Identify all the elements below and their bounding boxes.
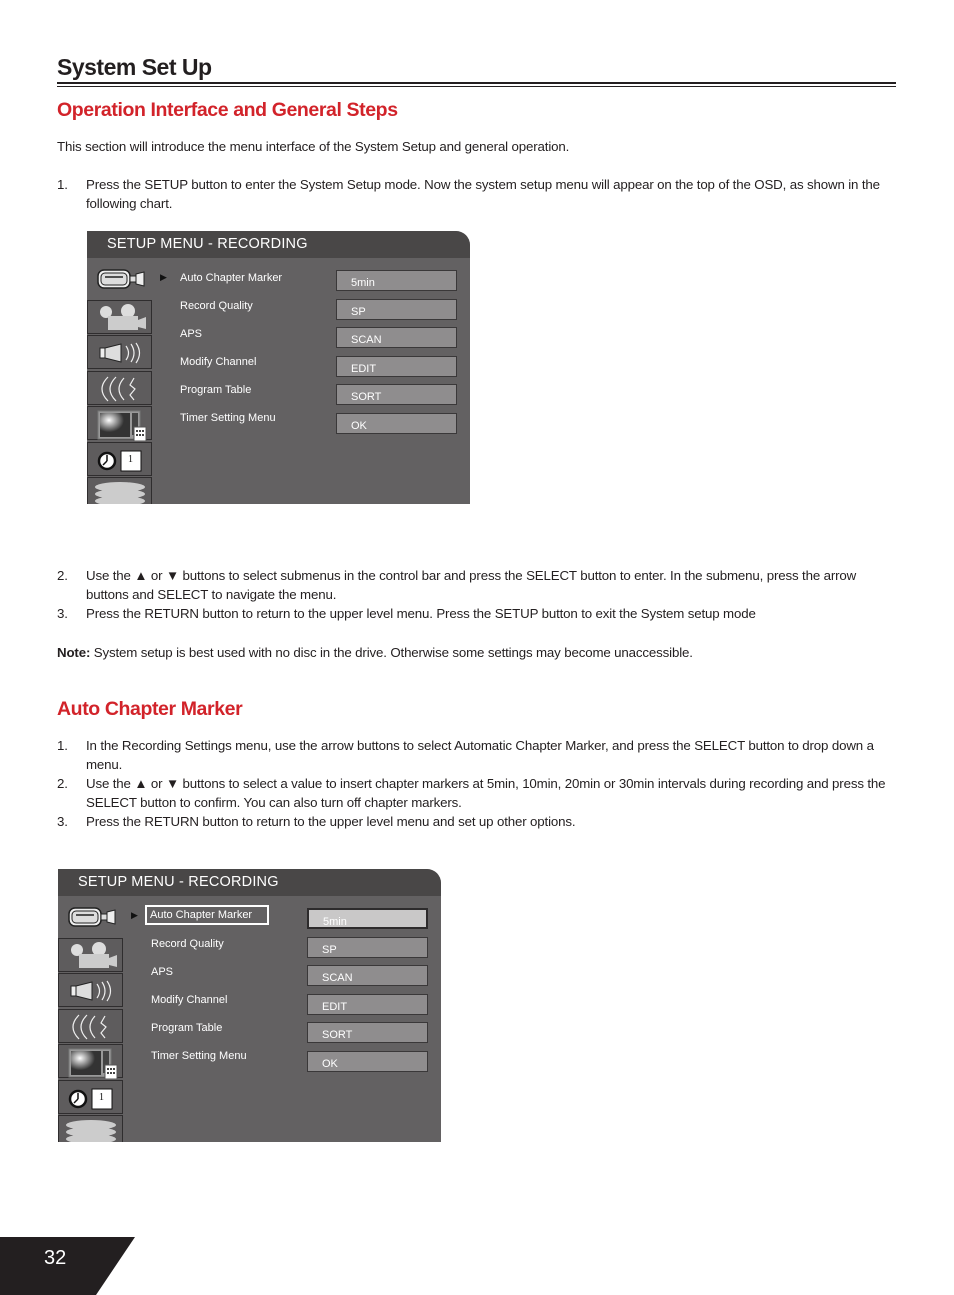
osd-menu-value[interactable]: OK	[336, 412, 457, 434]
note-paragraph: Note: System setup is best used with no …	[57, 643, 897, 662]
osd-menu-value[interactable]: SCAN	[336, 327, 457, 348]
osd-menu-item[interactable]: Modify Channel	[180, 356, 256, 368]
osd-menu-value[interactable]: EDIT	[307, 993, 428, 1015]
osd-sidebar-tab[interactable]: 1	[58, 1079, 123, 1114]
list-item: 2. Use the ▲ or ▼ buttons to select a val…	[57, 776, 886, 810]
osd-sidebar-tab[interactable]	[58, 1115, 123, 1142]
note-text: System setup is best used with no disc i…	[90, 645, 693, 660]
osd-sidebar-tab[interactable]	[58, 900, 123, 934]
osd-menu-item[interactable]: Auto Chapter Marker	[145, 905, 269, 925]
selection-arrow-icon: ▶	[160, 272, 167, 282]
osd-sidebar-tab[interactable]	[58, 937, 123, 972]
osd-sidebar-tab[interactable]	[87, 335, 152, 369]
list-item: 3. Press the RETURN button to return to t…	[57, 606, 756, 621]
timer-box-label: 1	[128, 453, 133, 465]
osd-sidebar-tab[interactable]	[87, 299, 152, 334]
osd-menu-item[interactable]: Timer Setting Menu	[151, 1050, 247, 1062]
osd-header: SETUP MENU - RECORDING	[58, 869, 441, 896]
osd-menu-item[interactable]: APS	[151, 966, 173, 978]
osd-menu-item[interactable]: Program Table	[151, 1022, 222, 1034]
osd-menu-value[interactable]: SORT	[336, 384, 457, 405]
osd-menu-preview: SETUP MENU - RECORDING 1 ▶ Auto Chapter Mar…	[87, 231, 470, 504]
list-item: 1. Press the SETUP button to enter the Sy…	[57, 177, 880, 211]
osd-sidebar-tab[interactable]	[58, 973, 123, 1007]
osd-header: SETUP MENU - RECORDING	[87, 231, 470, 258]
note-label: Note:	[57, 645, 91, 660]
selection-arrow-icon: ▶	[131, 910, 138, 920]
page-number-badge	[0, 1237, 135, 1295]
osd-sidebar-tab[interactable]	[87, 406, 152, 441]
steps-list-1b: 2. Use the ▲ or ▼ buttons to select subme…	[57, 566, 897, 623]
osd-menu-value[interactable]: SORT	[307, 1022, 428, 1043]
title-rule	[57, 82, 896, 84]
list-item: 1. In the Recording Settings menu, use th…	[57, 738, 874, 772]
osd-sidebar-tab[interactable]	[58, 1008, 123, 1043]
osd-sidebar-tab[interactable]	[87, 477, 152, 504]
osd-menu-value[interactable]: SP	[307, 936, 428, 958]
osd-sidebar-tab[interactable]	[58, 1044, 123, 1079]
osd-menu-item[interactable]: Record Quality	[180, 300, 253, 312]
osd-header-title: SETUP MENU - RECORDING	[107, 236, 308, 252]
timer-box-label: 1	[99, 1091, 104, 1103]
osd-sidebar: 1	[58, 902, 124, 1142]
osd-menu-value[interactable]: EDIT	[336, 355, 457, 377]
osd-menu-value[interactable]: SCAN	[307, 965, 428, 986]
title-rule-thin	[57, 86, 896, 87]
osd-menu-auto-chapter-selected: SETUP MENU - RECORDING 1 ▶ Auto Chapter Mar…	[58, 869, 441, 1142]
osd-sidebar-tab[interactable]	[87, 262, 152, 296]
section-heading-auto-chapter: Auto Chapter Marker	[57, 698, 243, 720]
osd-menu-value[interactable]: OK	[307, 1050, 428, 1072]
list-item: 2. Use the ▲ or ▼ buttons to select subme…	[57, 568, 857, 602]
osd-menu-item[interactable]: Program Table	[180, 384, 251, 396]
osd-sidebar: 1	[87, 264, 153, 504]
osd-sidebar-tab[interactable]: 1	[87, 441, 152, 476]
section-heading-operation: Operation Interface and General Steps	[57, 99, 398, 121]
osd-menu-item[interactable]: Auto Chapter Marker	[180, 272, 282, 284]
osd-menu-value[interactable]: 5min	[307, 908, 428, 929]
osd-sidebar-tab[interactable]	[87, 370, 152, 405]
steps-list-1a: 1. Press the SETUP button to enter the Sy…	[57, 175, 897, 213]
osd-menu-item[interactable]: Timer Setting Menu	[180, 412, 276, 424]
osd-menu-item[interactable]: Record Quality	[151, 938, 224, 950]
osd-menu-value[interactable]: SP	[336, 298, 457, 320]
osd-menu-value[interactable]: 5min	[336, 270, 457, 291]
osd-menu-item[interactable]: APS	[180, 328, 202, 340]
osd-menu-item[interactable]: Modify Channel	[151, 994, 227, 1006]
osd-header-title: SETUP MENU - RECORDING	[78, 874, 279, 890]
list-item: 3. Press the RETURN button to return to t…	[57, 814, 576, 829]
steps-list-2: 1. In the Recording Settings menu, use th…	[57, 736, 897, 831]
intro-paragraph: This section will introduce the menu int…	[57, 139, 570, 154]
page-title: System Set Up	[57, 54, 212, 80]
page-number: 32	[44, 1247, 67, 1269]
